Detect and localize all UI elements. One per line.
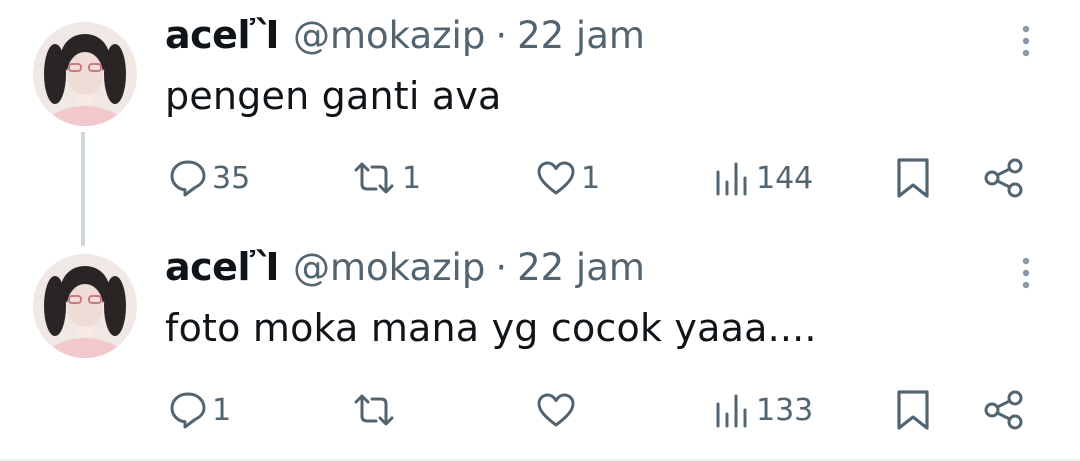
- reply-bubble-icon: [170, 160, 206, 197]
- share-icon: [984, 158, 1023, 198]
- more-options-button[interactable]: [1011, 22, 1041, 62]
- user-handle[interactable]: @mokazip: [293, 14, 485, 57]
- tweet-text: foto moka mana yg cocok yaaa....: [165, 306, 817, 350]
- retweet-icon: [354, 162, 394, 194]
- display-name[interactable]: acelἺ: [165, 13, 280, 57]
- heart-icon: [537, 393, 575, 427]
- retweet-count: 1: [402, 160, 422, 196]
- tweet-actions: 1 133: [0, 382, 1080, 438]
- reply-count: 35: [212, 160, 251, 196]
- reply-bubble-icon: [170, 392, 206, 429]
- retweet-button[interactable]: 1: [350, 150, 421, 206]
- reply-button[interactable]: 35: [168, 150, 250, 206]
- reply-count: 1: [212, 392, 232, 428]
- reply-button[interactable]: 1: [168, 382, 231, 438]
- share-button[interactable]: [982, 382, 1026, 438]
- retweet-icon: [354, 394, 394, 426]
- views-bar-chart-icon: [716, 162, 747, 196]
- more-vertical-icon: [1022, 257, 1030, 289]
- tweet[interactable]: acelἺ @mokazip · 22 jam pengen ganti ava…: [0, 0, 1080, 230]
- more-vertical-icon: [1022, 25, 1030, 57]
- separator-dot: ·: [495, 246, 508, 289]
- view-count: 133: [756, 392, 814, 428]
- avatar[interactable]: [33, 254, 137, 358]
- tweet-text: pengen ganti ava: [165, 74, 502, 118]
- timestamp[interactable]: 22 jam: [517, 14, 645, 57]
- tweet-header: acelἺ @mokazip · 22 jam: [165, 13, 645, 65]
- tweet[interactable]: acelἺ @mokazip · 22 jam foto moka mana y…: [0, 232, 1080, 461]
- share-button[interactable]: [982, 150, 1026, 206]
- like-count: 1: [581, 160, 601, 196]
- heart-icon: [537, 161, 575, 195]
- user-handle[interactable]: @mokazip: [293, 246, 485, 289]
- like-button[interactable]: 1: [535, 150, 600, 206]
- more-options-button[interactable]: [1011, 254, 1041, 294]
- views-button[interactable]: 144: [712, 150, 813, 206]
- like-button[interactable]: [535, 382, 581, 438]
- views-button[interactable]: 133: [712, 382, 813, 438]
- tweet-thread: acelἺ @mokazip · 22 jam pengen ganti ava…: [0, 0, 1080, 461]
- share-icon: [984, 390, 1023, 430]
- timestamp[interactable]: 22 jam: [517, 246, 645, 289]
- view-count: 144: [756, 160, 814, 196]
- retweet-button[interactable]: [350, 382, 402, 438]
- bookmark-button[interactable]: [893, 382, 933, 438]
- avatar[interactable]: [33, 22, 137, 126]
- bookmark-icon: [897, 158, 929, 198]
- bookmark-icon: [897, 390, 929, 430]
- tweet-header: acelἺ @mokazip · 22 jam: [165, 245, 645, 297]
- separator-dot: ·: [495, 14, 508, 57]
- tweet-actions: 35 1 1 144: [0, 150, 1080, 206]
- views-bar-chart-icon: [716, 394, 747, 428]
- display-name[interactable]: acelἺ: [165, 245, 280, 289]
- bookmark-button[interactable]: [893, 150, 933, 206]
